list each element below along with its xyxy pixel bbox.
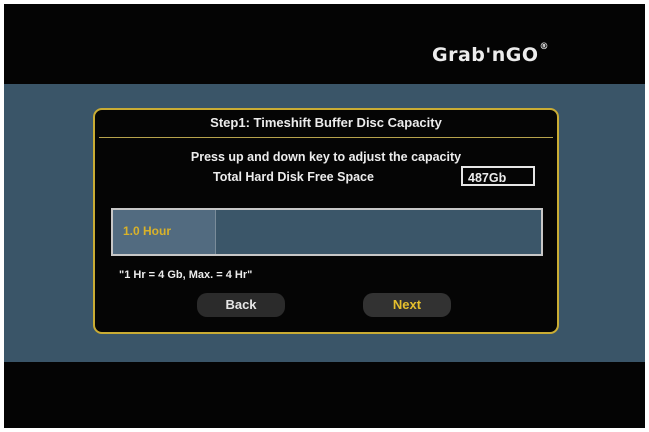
back-button[interactable]: Back bbox=[197, 293, 285, 317]
brand-logo: Grab'nGO® bbox=[432, 42, 549, 66]
capacity-slider[interactable]: 1.0 Hour bbox=[111, 208, 543, 256]
free-space-label: Total Hard Disk Free Space bbox=[213, 170, 374, 184]
title-divider bbox=[99, 137, 553, 138]
tv-screen: Grab'nGO® Step1: Timeshift Buffer Disc C… bbox=[4, 4, 645, 428]
dialog-title: Step1: Timeshift Buffer Disc Capacity bbox=[210, 115, 442, 130]
free-space-value: 487Gb bbox=[461, 166, 535, 186]
capacity-note: "1 Hr = 4 Gb, Max. = 4 Hr" bbox=[119, 269, 253, 281]
timeshift-capacity-dialog: Step1: Timeshift Buffer Disc Capacity Pr… bbox=[93, 108, 559, 334]
registered-mark: ® bbox=[539, 42, 549, 52]
next-button[interactable]: Next bbox=[363, 293, 451, 317]
instruction-text: Press up and down key to adjust the capa… bbox=[190, 150, 462, 164]
capacity-value-label: 1.0 Hour bbox=[123, 224, 172, 238]
